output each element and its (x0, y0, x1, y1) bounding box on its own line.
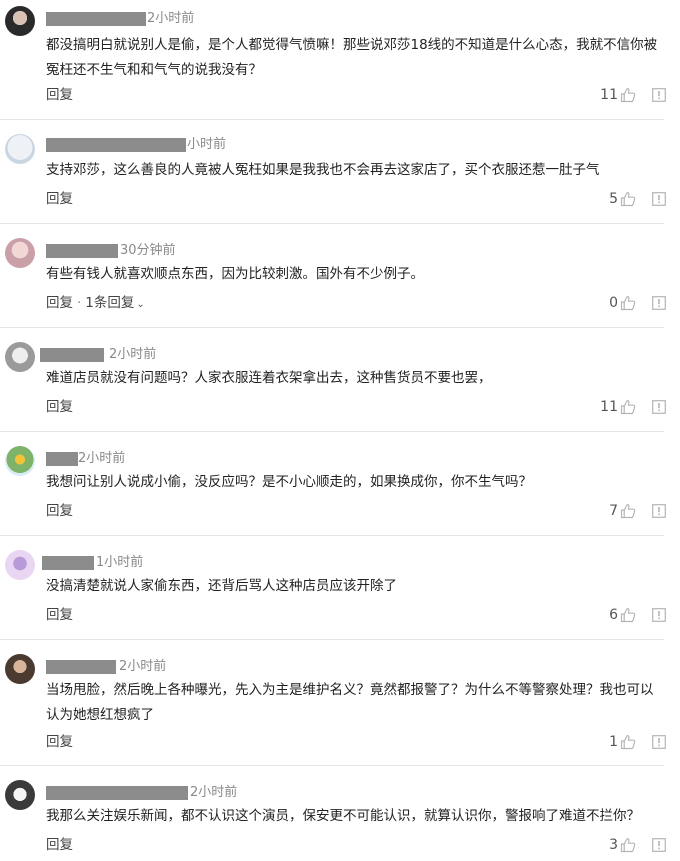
report-icon[interactable] (652, 296, 666, 310)
comment-text: 支持邓莎，这么善良的人竟被人冤枉如果是我我也不会再去这家店了，买个衣服还惹一肚子… (46, 162, 600, 178)
report-icon[interactable] (652, 735, 666, 749)
comment-time: 30分钟前 (120, 243, 176, 258)
thumbs-up-icon[interactable] (620, 837, 636, 853)
comment-actions: 回复 · 1条回复 ⌄ (46, 294, 145, 314)
reply-button[interactable]: 回复 (46, 837, 73, 853)
like-count: 11 (600, 399, 618, 415)
replies-count: 1条回复 (85, 295, 135, 311)
thumbs-up-icon[interactable] (620, 87, 636, 103)
thumbs-up-icon[interactable] (620, 399, 636, 415)
comment-text: 我想问让别人说成小偷，没反应吗？是不小心顺走的，如果换成你，你不生气吗？ (46, 474, 532, 490)
comment-actions: 回复 (46, 398, 73, 416)
thumbs-up-icon[interactable] (620, 503, 636, 519)
comment-text: 我那么关注娱乐新闻，都不认识这个演员，保安更不可能认识，就算认识你，警报响了难道… (46, 808, 640, 824)
comment-item: 30分钟前 有些有钱人就喜欢顺点东西，因为比较刺激。国外有不少例子。 回复 · 1条… (0, 224, 680, 328)
like-area: 1 (609, 733, 666, 751)
reply-button[interactable]: 回复 (46, 87, 73, 103)
like-area: 11 (600, 398, 666, 416)
user-avatar[interactable] (5, 654, 35, 684)
redacted-username (46, 452, 78, 466)
comment-actions: 回复 (46, 190, 73, 208)
like-count: 3 (609, 837, 618, 853)
comment-actions: 回复 (46, 836, 73, 854)
comment-item: 2小时前 都没搞明白就说别人是偷，是个人都觉得气愤嘛！那些说邓莎18线的不知道是… (0, 0, 680, 120)
report-icon[interactable] (652, 838, 666, 852)
user-avatar[interactable] (5, 780, 35, 810)
comment-list: 2小时前 都没搞明白就说别人是偷，是个人都觉得气愤嘛！那些说邓莎18线的不知道是… (0, 0, 680, 861)
chevron-down-icon: ⌄ (136, 299, 145, 310)
redacted-username (46, 786, 188, 800)
comment-text: 难道店员就没有问题吗？人家衣服连着衣架拿出去，这种售货员不要也罢， (46, 370, 492, 386)
comment-time: 1小时前 (96, 555, 144, 570)
redacted-username (40, 348, 104, 362)
comment-time: 2小时前 (109, 347, 157, 362)
comment-text: 有些有钱人就喜欢顺点东西，因为比较刺激。国外有不少例子。 (46, 266, 424, 282)
comment-text: 都没搞明白就说别人是偷，是个人都觉得气愤嘛！那些说邓莎18线的不知道是什么心态，… (46, 37, 658, 78)
comment-actions: 回复 (46, 86, 73, 104)
reply-button[interactable]: 回复 (46, 295, 73, 311)
comment-item: 2小时前 我想问让别人说成小偷，没反应吗？是不小心顺走的，如果换成你，你不生气吗… (0, 432, 680, 536)
user-avatar[interactable] (5, 446, 35, 476)
comment-item: 2小时前 当场甩脸，然后晚上各种曝光，先入为主是维护名义？竟然都报警了？为什么不… (0, 640, 680, 766)
user-avatar[interactable] (5, 6, 35, 36)
user-avatar[interactable] (5, 134, 35, 164)
thumbs-up-icon[interactable] (620, 191, 636, 207)
comment-text: 没搞清楚就说人家偷东西，还背后骂人这种店员应该开除了 (46, 578, 397, 594)
redacted-username (46, 660, 116, 674)
like-area: 0 (609, 294, 666, 312)
comment-time: 2小时前 (190, 785, 238, 800)
comment-item: 2小时前 难道店员就没有问题吗？人家衣服连着衣架拿出去，这种售货员不要也罢， 回… (0, 328, 680, 432)
report-icon[interactable] (652, 192, 666, 206)
report-icon[interactable] (652, 400, 666, 414)
comment-actions: 回复 (46, 733, 73, 751)
like-area: 7 (609, 502, 666, 520)
comment-item: 1小时前 没搞清楚就说人家偷东西，还背后骂人这种店员应该开除了 回复 6 (0, 536, 680, 640)
separator-dot: · (77, 295, 82, 311)
redacted-username (46, 244, 118, 258)
reply-button[interactable]: 回复 (46, 734, 73, 750)
like-area: 6 (609, 606, 666, 624)
like-count: 5 (609, 191, 618, 207)
reply-button[interactable]: 回复 (46, 607, 73, 623)
comment-time: 2小时前 (78, 451, 126, 466)
like-area: 11 (600, 86, 666, 104)
user-avatar[interactable] (5, 238, 35, 268)
view-replies-button[interactable]: 1条回复 ⌄ (85, 295, 144, 311)
like-count: 0 (609, 295, 618, 311)
comment-text: 当场甩脸，然后晚上各种曝光，先入为主是维护名义？竟然都报警了？为什么不等警察处理… (46, 682, 654, 723)
thumbs-up-icon[interactable] (620, 607, 636, 623)
comment-time: 2小时前 (119, 659, 167, 674)
redacted-username (42, 556, 94, 570)
thumbs-up-icon[interactable] (620, 734, 636, 750)
like-count: 11 (600, 87, 618, 103)
user-avatar[interactable] (5, 550, 35, 580)
comment-actions: 回复 (46, 606, 73, 624)
comment-time: 小时前 (187, 137, 227, 152)
comment-time: 2小时前 (147, 11, 195, 26)
like-count: 1 (609, 734, 618, 750)
comment-item: 小时前 支持邓莎，这么善良的人竟被人冤枉如果是我我也不会再去这家店了，买个衣服还… (0, 120, 680, 224)
reply-button[interactable]: 回复 (46, 399, 73, 415)
like-count: 7 (609, 503, 618, 519)
user-avatar[interactable] (5, 342, 35, 372)
comment-item: 2小时前 我那么关注娱乐新闻，都不认识这个演员，保安更不可能认识，就算认识你，警… (0, 766, 680, 861)
reply-button[interactable]: 回复 (46, 191, 73, 207)
redacted-username (46, 12, 146, 26)
thumbs-up-icon[interactable] (620, 295, 636, 311)
report-icon[interactable] (652, 608, 666, 622)
reply-button[interactable]: 回复 (46, 503, 73, 519)
like-count: 6 (609, 607, 618, 623)
comment-actions: 回复 (46, 502, 73, 520)
report-icon[interactable] (652, 88, 666, 102)
like-area: 3 (609, 836, 666, 854)
report-icon[interactable] (652, 504, 666, 518)
redacted-username (46, 138, 186, 152)
like-area: 5 (609, 190, 666, 208)
